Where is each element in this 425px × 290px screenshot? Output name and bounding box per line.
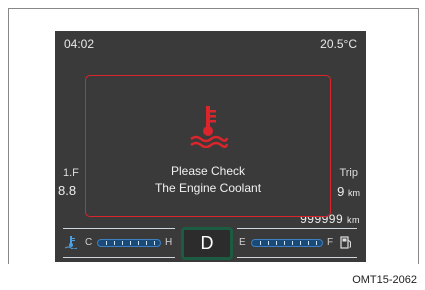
divider-top xyxy=(63,228,175,229)
coolant-temp-icon xyxy=(64,235,78,254)
coolant-gauge: C H xyxy=(63,233,175,253)
fuel-empty-label: E xyxy=(239,237,246,248)
trip-left-label: 1.F xyxy=(63,167,79,179)
outside-temperature: 20.5°C xyxy=(320,37,357,51)
trip-left-value: 8.8 xyxy=(58,183,77,198)
fuel-full-label: F xyxy=(327,237,334,248)
fuel-pump-icon xyxy=(340,235,352,254)
coolant-high-label: H xyxy=(165,237,173,248)
coolant-temperature-icon xyxy=(187,104,231,149)
divider-bottom-right xyxy=(237,257,357,258)
alert-message-line-2: The Engine Coolant xyxy=(154,181,262,195)
trip-right-label: Trip xyxy=(339,167,358,179)
trip-distance-unit: km xyxy=(348,188,360,198)
fuel-gauge-bar xyxy=(251,239,323,247)
warning-popup: Please Check The Engine Coolant xyxy=(85,75,331,217)
figure-code: OMT15-2062 xyxy=(352,274,417,286)
trip-distance: 9 xyxy=(337,184,345,199)
coolant-low-label: C xyxy=(85,237,93,248)
odometer-unit: km xyxy=(347,215,360,225)
divider-bottom xyxy=(63,257,175,258)
coolant-gauge-bar xyxy=(97,239,161,247)
gear-indicator: D xyxy=(181,227,233,260)
instrument-cluster-display: 04:02 20.5°C 1.F 8.8 Trip 9 km 999999 km… xyxy=(55,31,366,262)
trip-right-value: 9 km xyxy=(337,184,360,199)
fuel-gauge: E F xyxy=(237,233,357,253)
divider-top-right xyxy=(237,228,357,229)
alert-message-line-1: Please Check xyxy=(170,164,246,178)
clock: 04:02 xyxy=(64,37,95,51)
